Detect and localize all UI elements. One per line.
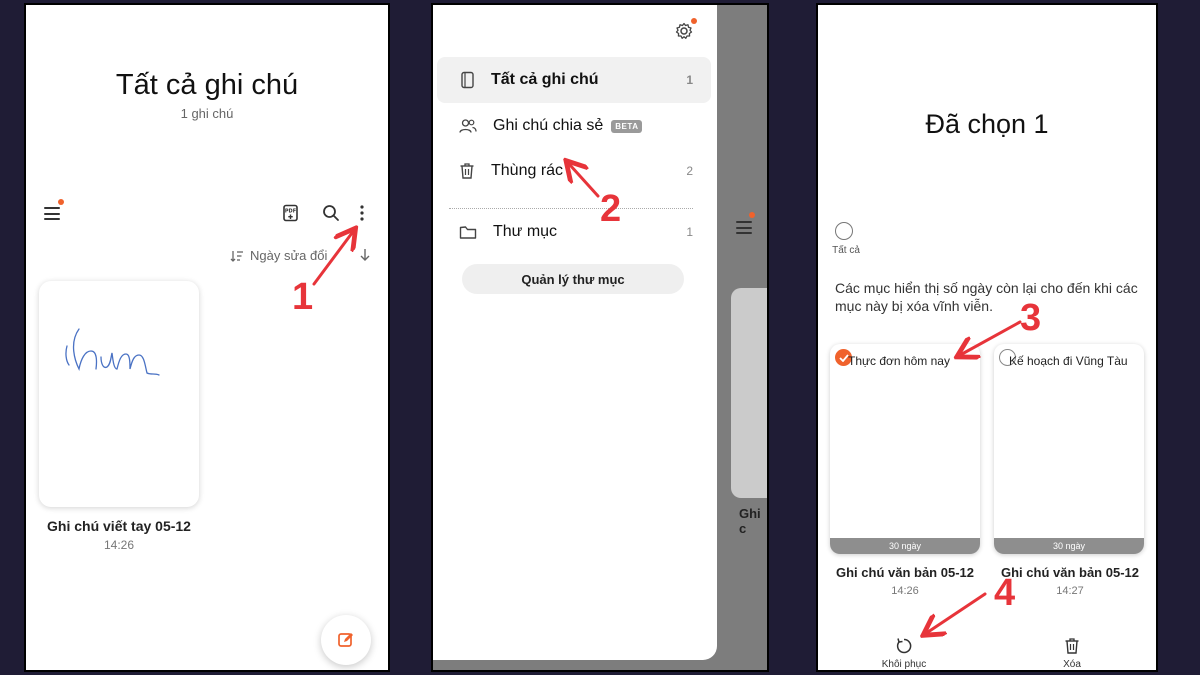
compose-icon [338,633,353,647]
step-3-label: 3 [1020,297,1042,339]
trash-note-card[interactable]: Thực đơn hôm nay 30 ngày [830,344,980,554]
card-header: Thực đơn hôm nay [848,354,950,368]
delete-button[interactable]: Xóa [1032,637,1112,670]
days-remaining: 30 ngày [830,538,980,554]
navigation-drawer: Tất cả ghi chú 1 Ghi chú chia sẻ BETA Th… [433,5,717,660]
select-all-radio[interactable] [835,222,853,240]
drawer-item-shared-notes[interactable]: Ghi chú chia sẻ BETA [437,103,711,149]
drawer-item-count: 2 [686,164,693,178]
more-vert-icon[interactable] [359,204,365,222]
notebook-icon [461,71,474,89]
drawer-item-label: Ghi chú chia sẻ [493,117,604,134]
trash-selection-screen: Đã chọn 1 Tất cả Các mục hiển thị số ngà… [816,3,1158,672]
drawer-item-label: Tất cả ghi chú [491,71,599,88]
folder-icon [459,225,477,239]
page-title: Tất cả ghi chú [115,69,299,101]
note-title: Ghi chú viết tay 05-12 [47,518,191,534]
trash-note-time: 14:26 [891,585,919,597]
notification-dot [58,199,64,205]
restore-button[interactable]: Khôi phục [864,637,944,670]
note-time: 14:26 [103,538,135,552]
menu-icon [736,221,752,234]
handwriting-preview [65,328,160,376]
background-note-card [731,288,767,498]
note-count: 1 ghi chú [180,106,234,121]
drawer-item-trash[interactable]: Thùng rác 2 [437,148,711,194]
restore-icon [896,638,912,654]
gear-icon[interactable] [675,22,693,40]
compose-button[interactable] [321,615,371,665]
sort-label: Ngày sửa đổi [250,248,328,263]
drawer-item-label: Thư mục [493,223,558,240]
notification-dot [749,212,755,218]
note-card[interactable] [39,281,199,507]
pdf-import-icon[interactable]: PDF [282,204,300,222]
restore-label: Khôi phục [881,659,927,670]
arrow-down-icon[interactable] [359,248,371,262]
svg-text:PDF: PDF [285,209,296,215]
trash-icon [460,163,474,179]
people-icon [459,119,477,133]
card-header: Kế hoạch đi Vũng Tàu [1009,354,1128,368]
drawer-item-all-notes[interactable]: Tất cả ghi chú 1 [437,57,711,103]
navigation-drawer-screen: Ghi c Tất cả ghi chú 1 Ghi chú chia sẻ B… [431,3,769,672]
sort-icon [230,250,243,262]
drawer-item-count: 1 [686,73,693,87]
manage-folders-button[interactable]: Quản lý thư mục [462,264,684,294]
trash-note-title: Ghi chú văn bản 05-12 [836,565,974,580]
select-all-label: Tất cả [832,245,860,256]
drawer-item-count: 1 [686,225,693,239]
beta-badge: BETA [611,119,643,133]
days-remaining: 30 ngày [994,538,1144,554]
selection-title: Đã chọn 1 [925,109,1049,139]
step-1-label: 1 [292,276,314,318]
search-icon[interactable] [322,204,340,222]
menu-icon[interactable] [44,207,60,220]
step-4-label: 4 [994,572,1016,614]
step-2-label: 2 [600,188,622,230]
drawer-item-folders[interactable]: Thư mục 1 [437,209,711,255]
sort-control[interactable]: Ngày sửa đổi [230,248,327,263]
trash-icon [1065,638,1079,654]
delete-label: Xóa [1063,659,1081,670]
notes-list-screen: Tất cả ghi chú 1 ghi chú PDF Ngày sửa đổ… [24,3,390,672]
notification-dot [691,18,697,24]
info-text: Các mục hiển thị số ngày còn lại cho đến… [835,280,1138,314]
drawer-item-label: Thùng rác [491,162,564,179]
trash-note-card[interactable]: Kế hoạch đi Vũng Tàu 30 ngày [994,344,1144,554]
background-note-title: Ghi c [739,506,761,536]
